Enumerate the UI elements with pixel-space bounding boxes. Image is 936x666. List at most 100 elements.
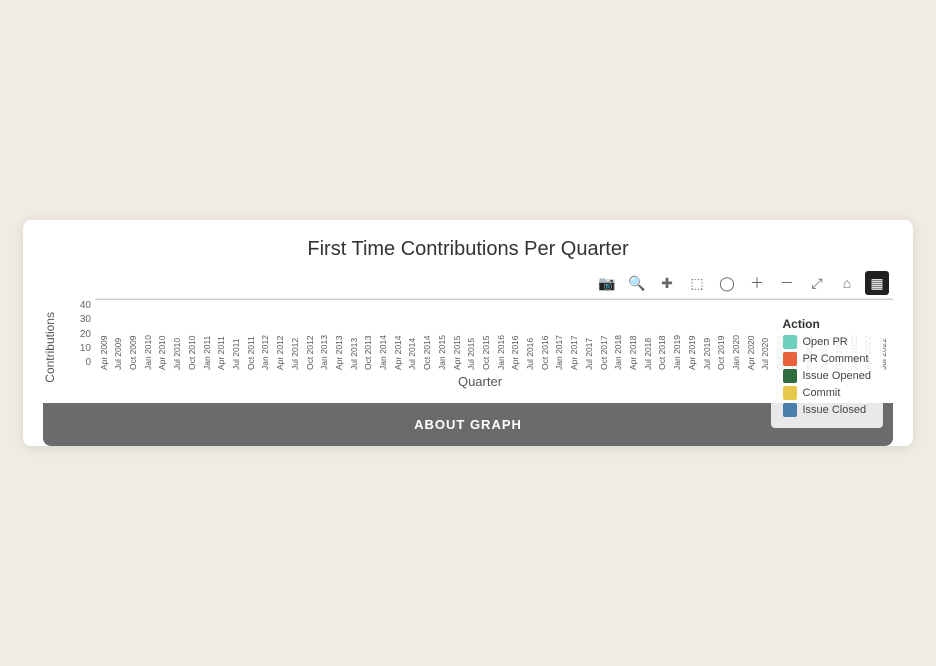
legend: Action Open PR PR Comment Issue Opened Comm… bbox=[771, 309, 884, 428]
x-label: Apr 2009 bbox=[100, 300, 109, 370]
x-label: Apr 2015 bbox=[453, 300, 462, 370]
x-label-wrap: Apr 2019 bbox=[685, 300, 700, 370]
x-label-wrap: Jul 2016 bbox=[523, 300, 538, 370]
x-label: Jul 2013 bbox=[350, 300, 359, 370]
reset-btn[interactable]: ⌂ bbox=[835, 271, 859, 295]
x-label: Jul 2017 bbox=[585, 300, 594, 370]
x-label-wrap: Jul 2015 bbox=[465, 300, 480, 370]
x-label: Jan 2016 bbox=[497, 300, 506, 370]
x-label: Oct 2012 bbox=[306, 300, 315, 370]
x-label-wrap: Oct 2011 bbox=[244, 300, 259, 370]
x-label: Jul 2016 bbox=[526, 300, 535, 370]
x-label: Apr 2014 bbox=[394, 300, 403, 370]
zoom-btn[interactable]: 🔍 bbox=[625, 271, 649, 295]
x-label: Apr 2016 bbox=[511, 300, 520, 370]
x-label: Apr 2019 bbox=[688, 300, 697, 370]
legend-title: Action bbox=[783, 317, 872, 331]
fullscreen-btn[interactable]: ⤢ bbox=[805, 271, 829, 295]
zoom-out-btn[interactable]: － bbox=[775, 271, 799, 295]
x-label-wrap: Jul 2010 bbox=[171, 300, 186, 370]
x-label: Oct 2018 bbox=[658, 300, 667, 370]
x-label-wrap: Apr 2013 bbox=[332, 300, 347, 370]
legend-item-label: Issue Opened bbox=[803, 370, 872, 382]
zoom-in-btn[interactable]: ＋ bbox=[745, 271, 769, 295]
x-label: Jan 2014 bbox=[379, 300, 388, 370]
x-label-wrap: Apr 2018 bbox=[626, 300, 641, 370]
x-label-wrap: Apr 2014 bbox=[391, 300, 406, 370]
legend-item-label: Commit bbox=[803, 387, 841, 399]
x-label: Apr 2012 bbox=[276, 300, 285, 370]
x-label-wrap: Jan 2017 bbox=[553, 300, 568, 370]
x-label: Oct 2011 bbox=[247, 300, 256, 370]
x-label: Jan 2013 bbox=[320, 300, 329, 370]
x-label-wrap: Apr 2012 bbox=[273, 300, 288, 370]
x-label: Jul 2015 bbox=[467, 300, 476, 370]
chart-inner: 010203040 Apr 2009Jul 2009Oct 2009Jan 20… bbox=[67, 299, 893, 370]
x-label-wrap: Jul 2019 bbox=[700, 300, 715, 370]
x-label: Apr 2011 bbox=[217, 300, 226, 370]
x-label-wrap: Jan 2013 bbox=[318, 300, 333, 370]
x-label: Jan 2019 bbox=[673, 300, 682, 370]
x-label: Jul 2010 bbox=[173, 300, 182, 370]
legend-item: Open PR bbox=[783, 335, 872, 349]
x-label: Oct 2013 bbox=[364, 300, 373, 370]
x-label-wrap: Apr 2020 bbox=[744, 300, 759, 370]
y-ticks: 010203040 bbox=[67, 299, 95, 370]
x-label-wrap: Jul 2018 bbox=[641, 300, 656, 370]
x-label-wrap: Jan 2014 bbox=[376, 300, 391, 370]
lasso-btn[interactable]: ◯ bbox=[715, 271, 739, 295]
x-label: Jan 2018 bbox=[614, 300, 623, 370]
x-label-wrap: Oct 2013 bbox=[362, 300, 377, 370]
y-tick: 20 bbox=[67, 330, 95, 340]
x-label-wrap: Oct 2014 bbox=[420, 300, 435, 370]
x-label-wrap: Oct 2010 bbox=[185, 300, 200, 370]
x-label-wrap: Jul 2009 bbox=[112, 300, 127, 370]
legend-item-label: PR Comment bbox=[803, 353, 869, 365]
x-label-wrap: Oct 2015 bbox=[479, 300, 494, 370]
x-label: Jul 2018 bbox=[644, 300, 653, 370]
x-label: Oct 2014 bbox=[423, 300, 432, 370]
x-label: Jul 2019 bbox=[703, 300, 712, 370]
x-label-wrap: Jan 2020 bbox=[729, 300, 744, 370]
x-label: Oct 2017 bbox=[600, 300, 609, 370]
chart-title: First Time Contributions Per Quarter bbox=[43, 238, 893, 261]
y-tick: 10 bbox=[67, 344, 95, 354]
bar-chart-btn[interactable]: ▦ bbox=[865, 271, 889, 295]
x-label-wrap: Oct 2018 bbox=[656, 300, 671, 370]
legend-color-swatch bbox=[783, 369, 797, 383]
x-axis-title: Quarter bbox=[67, 374, 893, 389]
x-label: Oct 2009 bbox=[129, 300, 138, 370]
x-label: Apr 2010 bbox=[158, 300, 167, 370]
legend-item: PR Comment bbox=[783, 352, 872, 366]
chart-with-axes: 010203040 Apr 2009Jul 2009Oct 2009Jan 20… bbox=[67, 299, 893, 395]
x-label: Jan 2017 bbox=[555, 300, 564, 370]
x-label: Apr 2020 bbox=[747, 300, 756, 370]
x-label-wrap: Jul 2012 bbox=[288, 300, 303, 370]
legend-color-swatch bbox=[783, 352, 797, 366]
x-label: Oct 2010 bbox=[188, 300, 197, 370]
x-label: Jul 2014 bbox=[408, 300, 417, 370]
x-label: Oct 2016 bbox=[541, 300, 550, 370]
x-label-wrap: Jan 2016 bbox=[494, 300, 509, 370]
plus-btn[interactable]: ✚ bbox=[655, 271, 679, 295]
x-label-wrap: Oct 2012 bbox=[303, 300, 318, 370]
x-label-wrap: Apr 2015 bbox=[450, 300, 465, 370]
about-graph-button[interactable]: ABOUT GRAPH bbox=[43, 403, 893, 446]
legend-item-label: Issue Closed bbox=[803, 404, 867, 416]
legend-item: Commit bbox=[783, 386, 872, 400]
toolbar: 📷 🔍 ✚ ⬚ ◯ ＋ － ⤢ ⌂ ▦ bbox=[43, 271, 893, 295]
x-label: Apr 2013 bbox=[335, 300, 344, 370]
x-label-wrap: Jan 2015 bbox=[435, 300, 450, 370]
x-label-wrap: Apr 2016 bbox=[509, 300, 524, 370]
y-axis-label: Contributions bbox=[43, 312, 63, 383]
y-tick: 30 bbox=[67, 315, 95, 325]
x-label-wrap: Jul 2013 bbox=[347, 300, 362, 370]
legend-color-swatch bbox=[783, 335, 797, 349]
x-label-wrap: Jul 2014 bbox=[406, 300, 421, 370]
x-label-wrap: Jan 2018 bbox=[612, 300, 627, 370]
camera-btn[interactable]: 📷 bbox=[595, 271, 619, 295]
x-label-wrap: Apr 2011 bbox=[215, 300, 230, 370]
rect-select-btn[interactable]: ⬚ bbox=[685, 271, 709, 295]
x-label: Jan 2015 bbox=[438, 300, 447, 370]
x-label-wrap: Apr 2010 bbox=[156, 300, 171, 370]
